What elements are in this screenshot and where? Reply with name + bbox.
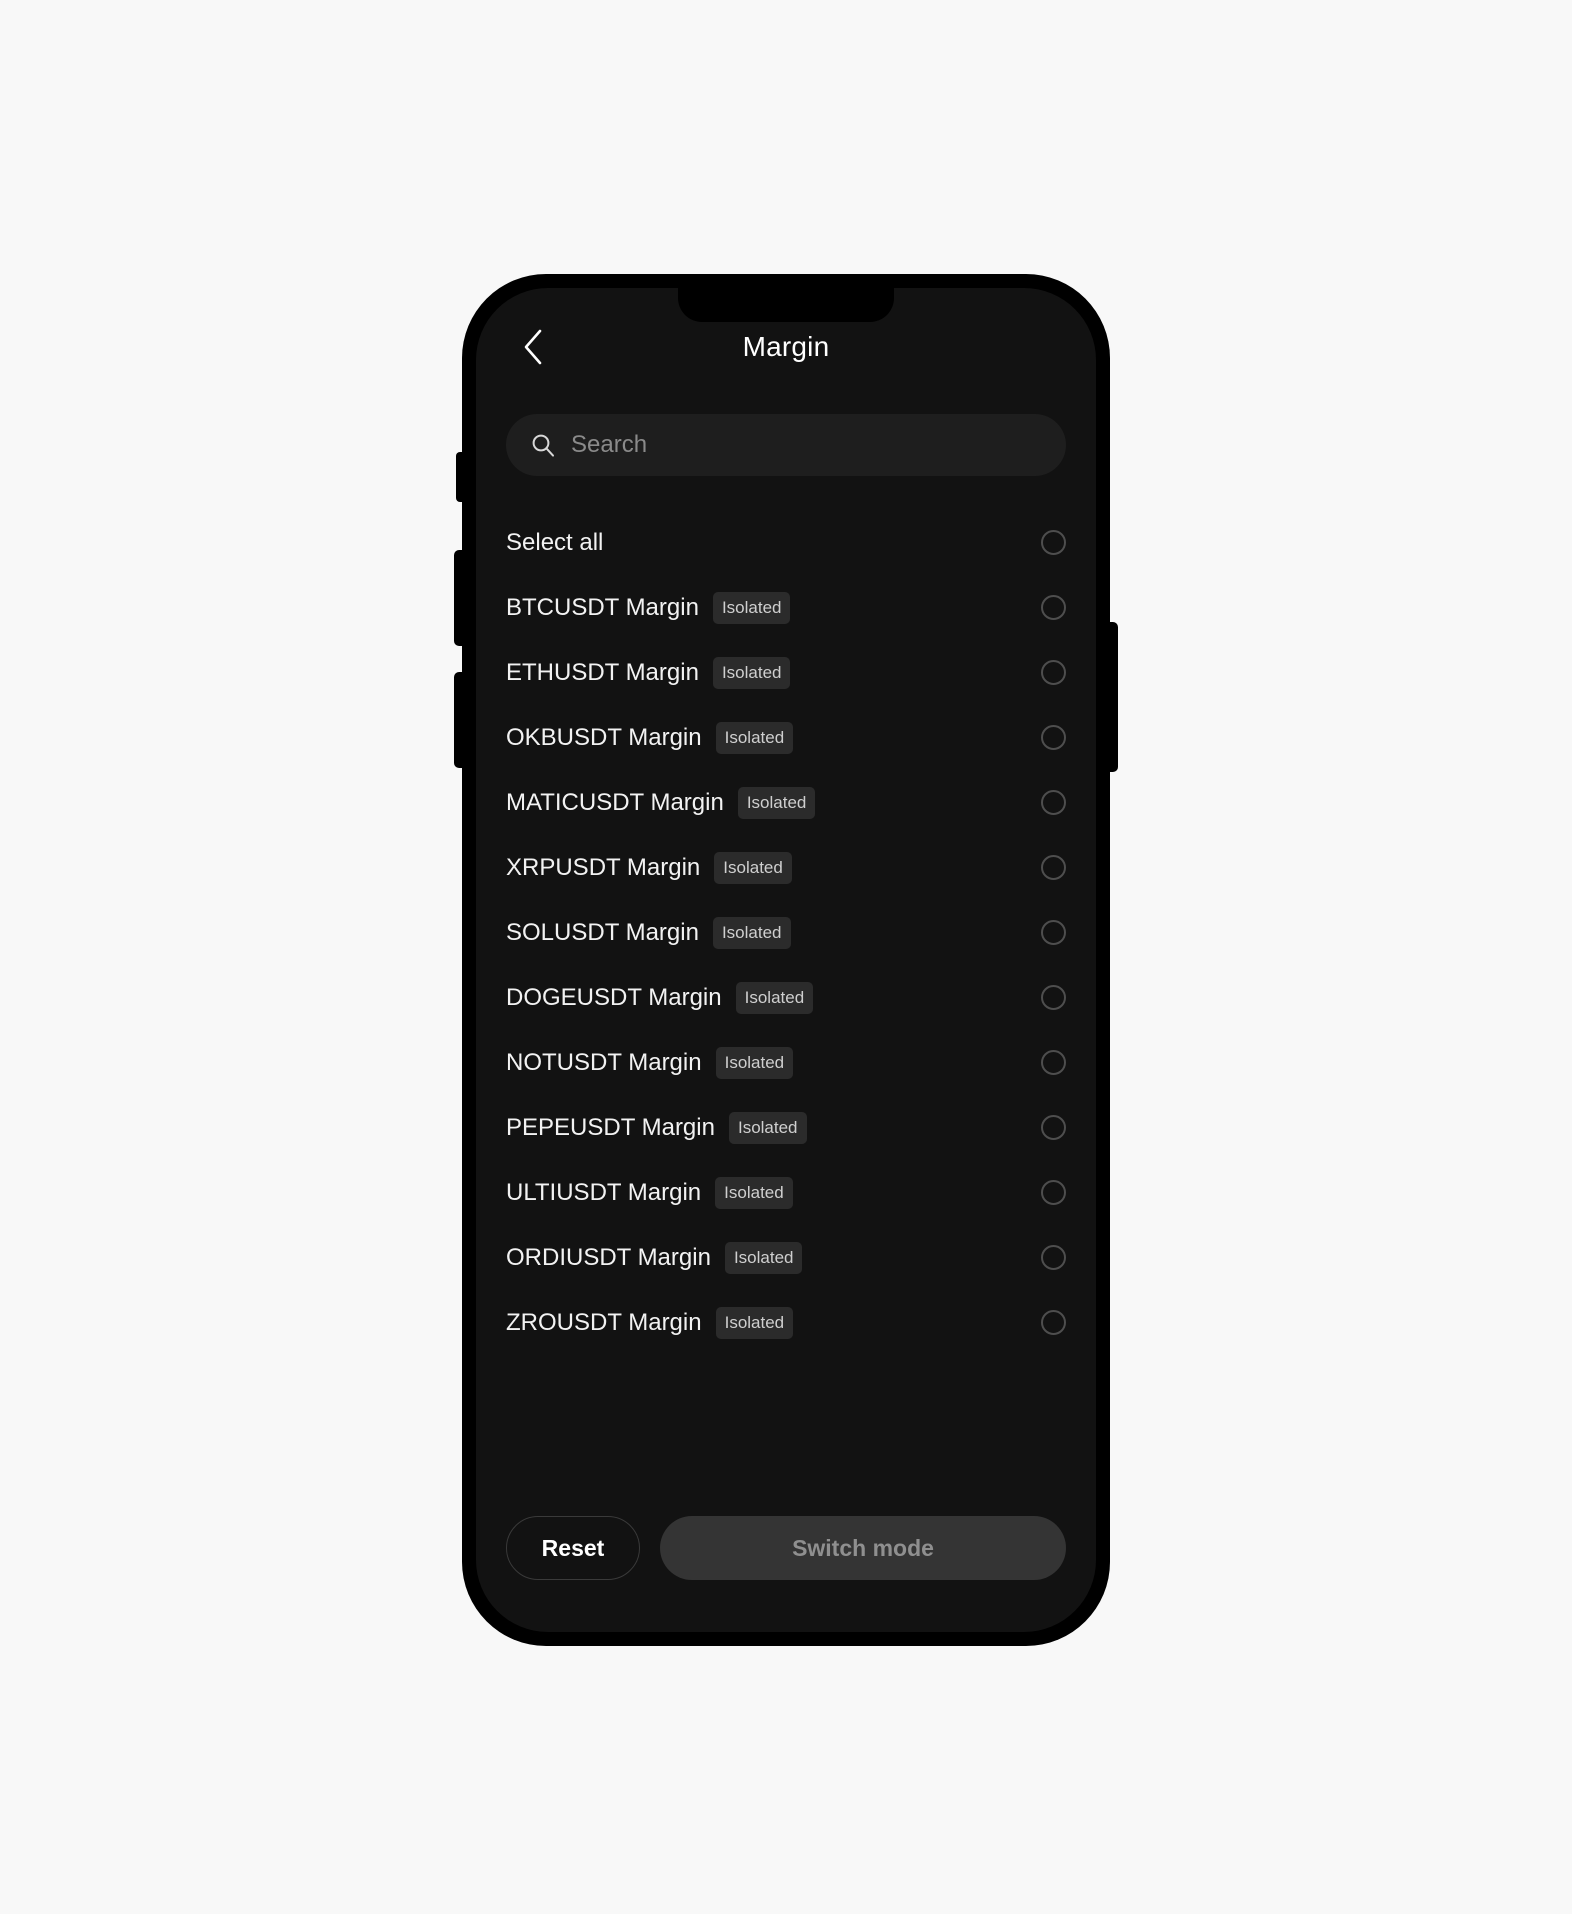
select-all-radio[interactable] <box>1041 530 1066 555</box>
status-badge: Isolated <box>737 786 816 819</box>
list-item[interactable]: PEPEUSDT Margin Isolated <box>506 1095 1066 1160</box>
select-all-row[interactable]: Select all <box>506 510 1066 575</box>
list-item-radio[interactable] <box>1041 1050 1066 1075</box>
list-item[interactable]: NOTUSDT Margin Isolated <box>506 1030 1066 1095</box>
list-item-label: MATICUSDT Margin <box>506 788 724 816</box>
phone-frame: Margin Select al <box>454 274 1118 1646</box>
list-item-left: PEPEUSDT Margin Isolated <box>506 1111 1041 1144</box>
status-badge: Isolated <box>712 656 791 689</box>
phone-screen: Margin Select al <box>476 288 1096 1632</box>
list-item-left: OKBUSDT Margin Isolated <box>506 721 1041 754</box>
list-item[interactable]: ETHUSDT Margin Isolated <box>506 640 1066 705</box>
list-item-label: SOLUSDT Margin <box>506 918 699 946</box>
list-item-label: ULTIUSDT Margin <box>506 1178 702 1206</box>
list-item[interactable]: DOGEUSDT Margin Isolated <box>506 965 1066 1030</box>
list-item-label: ETHUSDT Margin <box>506 658 699 686</box>
list-item[interactable]: ORDIUSDT Margin Isolated <box>506 1225 1066 1290</box>
list-item-radio[interactable] <box>1041 1115 1066 1140</box>
search-section <box>476 406 1096 476</box>
list-item[interactable]: MATICUSDT Margin Isolated <box>506 770 1066 835</box>
status-badge: Isolated <box>712 591 791 624</box>
chevron-left-icon[interactable] <box>510 324 556 370</box>
list-item-radio[interactable] <box>1041 985 1066 1010</box>
margin-pair-list: Select all BTCUSDT Margin Isolated ETHUS… <box>476 476 1096 1494</box>
silent-switch-button[interactable] <box>456 452 463 502</box>
switch-mode-button[interactable]: Switch mode <box>660 1516 1066 1580</box>
list-item-label: NOTUSDT Margin <box>506 1048 702 1076</box>
select-all-left: Select all <box>506 529 1041 557</box>
status-badge: Isolated <box>715 1176 793 1209</box>
list-item[interactable]: ULTIUSDT Margin Isolated <box>506 1160 1066 1225</box>
list-item[interactable]: XRPUSDT Margin Isolated <box>506 835 1066 900</box>
volume-down-button[interactable] <box>454 672 463 768</box>
list-item-left: ZROUSDT Margin Isolated <box>506 1306 1041 1339</box>
list-item-label: ZROUSDT Margin <box>506 1308 702 1336</box>
list-item[interactable]: SOLUSDT Margin Isolated <box>506 900 1066 965</box>
reset-button[interactable]: Reset <box>506 1516 640 1580</box>
page-background: Margin Select al <box>0 0 1572 1914</box>
search-box[interactable] <box>506 414 1066 476</box>
list-item[interactable]: OKBUSDT Margin Isolated <box>506 705 1066 770</box>
search-icon <box>530 432 556 458</box>
list-item-radio[interactable] <box>1041 855 1066 880</box>
list-item-radio[interactable] <box>1041 920 1066 945</box>
select-all-label: Select all <box>506 528 604 556</box>
status-badge: Isolated <box>735 981 814 1014</box>
list-item-label: PEPEUSDT Margin <box>506 1113 715 1141</box>
list-item-left: BTCUSDT Margin Isolated <box>506 591 1041 624</box>
list-item-radio[interactable] <box>1041 595 1066 620</box>
list-item-label: BTCUSDT Margin <box>506 593 699 621</box>
list-item[interactable]: BTCUSDT Margin Isolated <box>506 575 1066 640</box>
list-item-left: ORDIUSDT Margin Isolated <box>506 1241 1041 1274</box>
list-item-label: ORDIUSDT Margin <box>506 1243 711 1271</box>
status-badge: Isolated <box>715 1306 794 1339</box>
list-item-radio[interactable] <box>1041 660 1066 685</box>
list-item-radio[interactable] <box>1041 1245 1066 1270</box>
search-input[interactable] <box>571 431 1042 459</box>
page-title: Margin <box>742 331 830 362</box>
list-item-label: DOGEUSDT Margin <box>506 983 722 1011</box>
status-badge: Isolated <box>715 721 794 754</box>
power-button[interactable] <box>1109 622 1118 772</box>
list-item-left: ULTIUSDT Margin Isolated <box>506 1176 1041 1209</box>
list-item-radio[interactable] <box>1041 1310 1066 1335</box>
list-item-label: XRPUSDT Margin <box>506 853 701 881</box>
list-item-left: XRPUSDT Margin Isolated <box>506 851 1041 884</box>
status-badge: Isolated <box>728 1111 807 1144</box>
list-item-radio[interactable] <box>1041 725 1066 750</box>
list-item-left: DOGEUSDT Margin Isolated <box>506 981 1041 1014</box>
footer-actions: Reset Switch mode <box>476 1494 1096 1632</box>
list-item-left: ETHUSDT Margin Isolated <box>506 656 1041 689</box>
status-badge: Isolated <box>712 916 791 949</box>
volume-up-button[interactable] <box>454 550 463 646</box>
list-item-radio[interactable] <box>1041 790 1066 815</box>
list-item-left: SOLUSDT Margin Isolated <box>506 916 1041 949</box>
notch <box>678 288 894 322</box>
status-badge: Isolated <box>715 1046 794 1079</box>
list-item-label: OKBUSDT Margin <box>506 723 702 751</box>
status-badge: Isolated <box>724 1241 803 1274</box>
status-badge: Isolated <box>714 851 792 884</box>
list-item-left: NOTUSDT Margin Isolated <box>506 1046 1041 1079</box>
list-item-radio[interactable] <box>1041 1180 1066 1205</box>
list-item-left: MATICUSDT Margin Isolated <box>506 786 1041 819</box>
list-item[interactable]: ZROUSDT Margin Isolated <box>506 1290 1066 1355</box>
